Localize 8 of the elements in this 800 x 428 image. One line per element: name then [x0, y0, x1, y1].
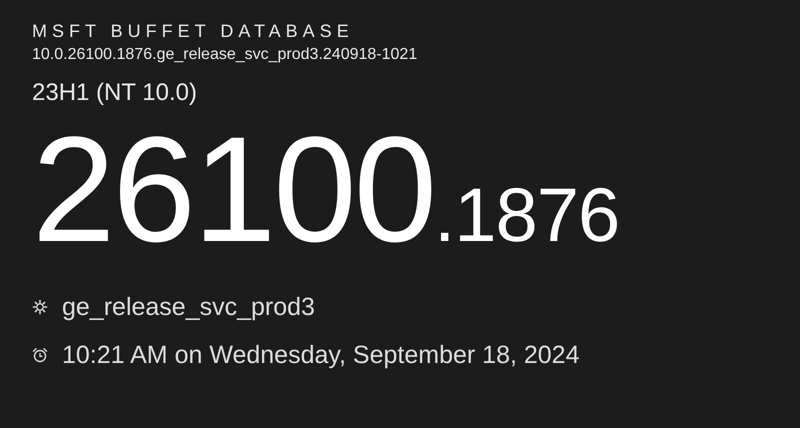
- alarm-clock-icon: [32, 347, 48, 363]
- detail-text: ge_release_svc_prod3: [62, 292, 315, 322]
- revision-number: .1876: [434, 178, 620, 254]
- app-title: MSFT BUFFET DATABASE: [32, 20, 355, 42]
- build-number: 26100: [32, 114, 434, 264]
- detail-text: 10:21 AM on Wednesday, September 18, 2024: [62, 340, 580, 370]
- version-label: 23H1 (NT 10.0): [32, 78, 198, 108]
- build-string: 10.0.26100.1876.ge_release_svc_prod3.240918-1021: [32, 45, 418, 65]
